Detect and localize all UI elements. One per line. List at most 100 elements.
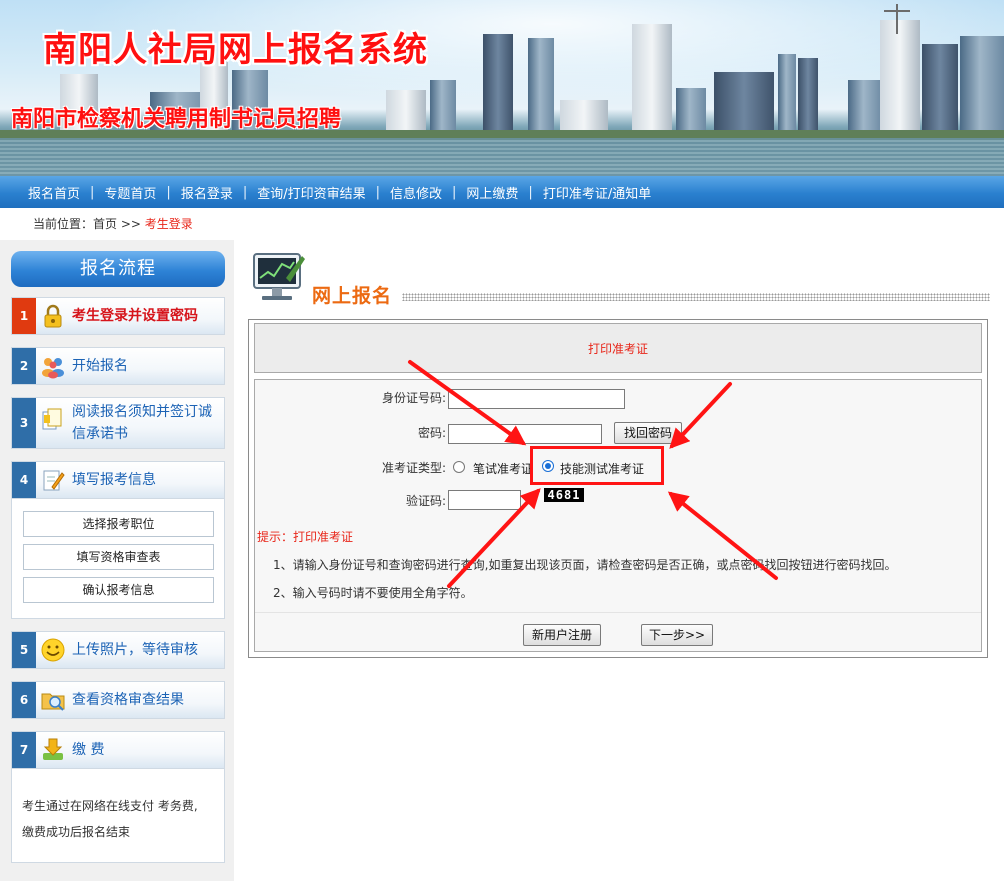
folder-icon <box>41 693 65 711</box>
download-arrow-icon <box>43 738 63 760</box>
written-exam-label[interactable]: 笔试准考证 <box>473 460 533 477</box>
nav-separator: | <box>528 184 533 200</box>
pen-paper-icon <box>43 470 65 491</box>
building <box>798 58 818 130</box>
nav-separator: | <box>375 184 380 200</box>
sidebar-step-2[interactable]: 2 开始报名 <box>11 347 225 385</box>
id-number-label: 身份证号码: <box>381 390 446 405</box>
step-label: 填写报考信息 <box>72 472 156 488</box>
breadcrumb-home-link[interactable]: 首页 <box>93 217 117 231</box>
step-label: 缴 费 <box>72 742 105 758</box>
smiley-icon <box>41 638 65 662</box>
lock-icon <box>44 304 62 328</box>
building <box>483 34 513 130</box>
main-nav: 报名首页 | 专题首页 | 报名登录 | 查询/打印资审结果 | 信息修改 | 网上缴费 |… <box>0 176 1004 208</box>
tip-line-2: 2、输入号码时请不要使用全角字符。 <box>273 586 473 600</box>
nav-separator: | <box>166 184 171 200</box>
crane <box>896 4 898 34</box>
main-content: 网上报名 打印准考证 身份证号码: 密码: 找回密码 准考证类型: 笔试准考证 <box>234 240 1004 881</box>
password-input[interactable] <box>448 424 602 444</box>
crane <box>884 10 910 12</box>
nav-item-signup-login[interactable]: 报名登录 <box>181 183 233 202</box>
step-number: 4 <box>12 462 36 498</box>
nav-item-signup-home[interactable]: 报名首页 <box>28 183 80 202</box>
nav-separator: | <box>90 184 95 200</box>
building <box>676 88 706 130</box>
highlight-box <box>530 446 664 485</box>
building <box>922 44 958 130</box>
breadcrumb: 当前位置：首页 >> 考生登录 <box>0 208 1004 240</box>
section-header: 网上报名 <box>250 248 990 307</box>
step-label: 考生登录并设置密码 <box>72 308 198 324</box>
tip-line-1: 1、请输入身份证号和查询密码进行查询,如重复出现该页面，请检查密码是否正确，或点… <box>273 558 897 572</box>
tip-label: 提示：打印准考证 <box>257 530 354 544</box>
site-subtitle: 南阳市检察机关聘用制书记员招聘 <box>11 107 342 132</box>
header-banner: 南阳人社局网上报名系统 南阳市检察机关聘用制书记员招聘 <box>0 0 1004 176</box>
step-4-subitems: 选择报考职位 填写资格审查表 确认报考信息 <box>11 499 225 619</box>
next-step-button[interactable]: 下一步>> <box>641 624 713 646</box>
nav-item-topic-home[interactable]: 专题首页 <box>104 183 156 202</box>
form-row-id: 身份证号码: <box>255 380 981 415</box>
sidebar-step-6[interactable]: 6 查看资格审查结果 <box>11 681 225 719</box>
id-number-input[interactable] <box>448 389 625 409</box>
written-exam-radio[interactable] <box>453 461 465 473</box>
site-title: 南阳人社局网上报名系统 <box>43 30 428 70</box>
step-label: 阅读报名须知并签订诚信承诺书 <box>72 404 212 442</box>
breadcrumb-arrow: >> <box>120 217 141 231</box>
building <box>848 80 882 130</box>
step-number: 6 <box>12 682 36 718</box>
step-label: 查看资格审查结果 <box>72 692 184 708</box>
find-password-button[interactable]: 找回密码 <box>614 422 682 444</box>
sidebar-step-1[interactable]: 1 考生登录并设置密码 <box>11 297 225 335</box>
step-number: 1 <box>12 298 36 334</box>
new-user-register-button[interactable]: 新用户注册 <box>523 624 601 646</box>
print-admission-panel: 打印准考证 身份证号码: 密码: 找回密码 准考证类型: 笔试准考证 技能测试准… <box>248 319 988 658</box>
nav-item-query-results[interactable]: 查询/打印资审结果 <box>257 183 365 202</box>
sidebar-title: 报名流程 <box>11 251 225 287</box>
building <box>778 54 796 130</box>
sidebar-step-5[interactable]: 5 上传照片，等待审核 <box>11 631 225 669</box>
document-icon <box>42 408 62 430</box>
building <box>960 36 1004 130</box>
nav-separator: | <box>452 184 457 200</box>
nav-item-online-payment[interactable]: 网上缴费 <box>466 183 518 202</box>
subitem-confirm-info[interactable]: 确认报考信息 <box>23 577 214 603</box>
payment-note: 考生通过在网络在线支付 考务费, 缴费成功后报名结束 <box>22 793 198 845</box>
building <box>880 20 920 130</box>
subitem-choose-position[interactable]: 选择报考职位 <box>23 511 214 537</box>
building <box>430 80 456 130</box>
section-title-dots <box>402 293 990 301</box>
step-number: 7 <box>12 732 36 768</box>
captcha-image[interactable]: 4681 <box>544 488 584 502</box>
payment-note-line: 考生通过在网络在线支付 考务费, <box>22 799 198 813</box>
admission-type-label: 准考证类型: <box>381 460 446 475</box>
nav-item-edit-info[interactable]: 信息修改 <box>390 183 442 202</box>
form-tips: 提示：打印准考证 1、请输入身份证号和查询密码进行查询,如重复出现该页面，请检查… <box>255 516 981 613</box>
step-number: 5 <box>12 632 36 668</box>
sidebar-step-7[interactable]: 7 缴 费 <box>11 731 225 769</box>
captcha-input[interactable] <box>448 490 521 510</box>
sidebar-step-3[interactable]: 3 阅读报名须知并签订诚信承诺书 <box>11 397 225 449</box>
step-label: 上传照片，等待审核 <box>72 642 198 658</box>
step-number: 2 <box>12 348 36 384</box>
breadcrumb-current: 考生登录 <box>144 217 193 231</box>
monitor-chart-icon <box>253 253 305 300</box>
payment-note-line: 缴费成功后报名结束 <box>22 825 131 839</box>
sidebar: 报名流程 1 考生登录并设置密码 2 开始报名 3 阅读报名须知并签订诚信承诺书… <box>0 240 234 881</box>
building <box>632 24 672 130</box>
building <box>528 38 554 130</box>
admission-form: 身份证号码: 密码: 找回密码 准考证类型: 笔试准考证 技能测试准考证 验证码… <box>254 379 982 652</box>
subitem-fill-qualification-form[interactable]: 填写资格审查表 <box>23 544 214 570</box>
breadcrumb-prefix: 当前位置： <box>33 217 94 231</box>
building <box>386 90 426 130</box>
step-label: 开始报名 <box>72 358 128 374</box>
captcha-label: 验证码: <box>405 493 446 508</box>
building <box>714 72 774 130</box>
section-title: 网上报名 <box>312 285 393 307</box>
nav-separator: | <box>242 184 248 200</box>
sidebar-step-4[interactable]: 4 填写报考信息 <box>11 461 225 499</box>
form-row-captcha: 验证码: 4681 <box>255 484 981 517</box>
nav-item-print-admission[interactable]: 打印准考证/通知单 <box>543 183 651 202</box>
building <box>560 100 608 130</box>
people-icon <box>42 358 64 379</box>
